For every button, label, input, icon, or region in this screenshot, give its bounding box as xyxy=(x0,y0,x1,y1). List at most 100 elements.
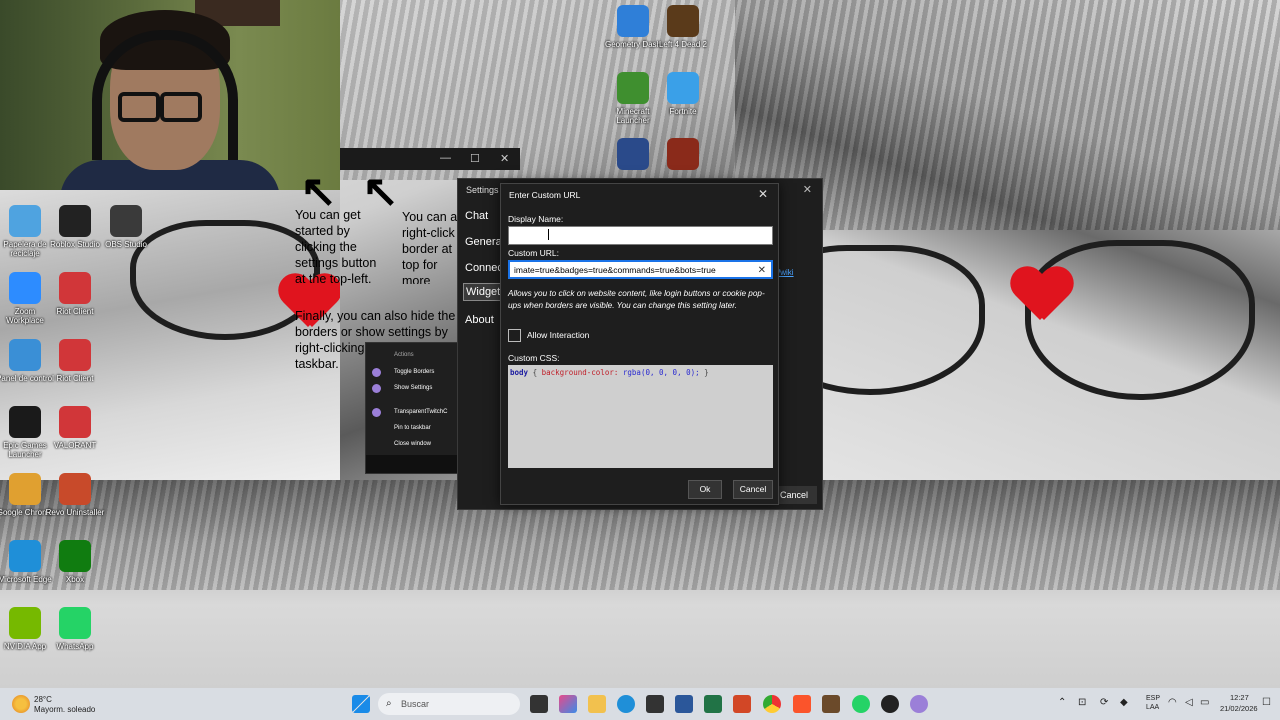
fortnite-icon xyxy=(667,72,699,104)
tutorial-arrow-icon: ↖ xyxy=(300,167,337,216)
clock-time[interactable]: 12:27 xyxy=(1230,693,1249,702)
custom-url-dialog: Enter Custom URL ✕ Display Name: Custom … xyxy=(500,183,779,505)
chevron-up-icon[interactable]: ⌃ xyxy=(1058,697,1066,708)
minimize-icon[interactable]: — xyxy=(440,152,451,164)
clock-date[interactable]: 21/02/2026 xyxy=(1220,704,1258,713)
nvidia-tray-icon[interactable]: ◆ xyxy=(1120,697,1128,708)
menu-item-toggle-borders[interactable]: Toggle Borders xyxy=(394,369,434,375)
text-cursor xyxy=(548,229,549,240)
wiki-link[interactable]: /wiki xyxy=(778,268,794,277)
clear-url-icon[interactable]: ✕ xyxy=(758,262,766,277)
desktop-icon-label: WhatsApp xyxy=(56,642,94,651)
weather-icon[interactable] xyxy=(12,695,30,713)
desktop-icon[interactable]: Fortnite xyxy=(653,72,713,116)
excel-icon[interactable] xyxy=(704,695,722,713)
desktop-icon-label: OBS Studio xyxy=(105,240,147,249)
nav-chat[interactable]: Chat xyxy=(463,208,490,224)
desktop-icon[interactable]: Riot Client xyxy=(45,339,105,383)
brave-icon[interactable] xyxy=(793,695,811,713)
ok-button[interactable]: Ok xyxy=(688,480,722,499)
weather-desc[interactable]: Mayorm. soleado xyxy=(34,705,95,714)
custom-url-value: imate=true&badges=true&commands=true&bot… xyxy=(514,265,716,275)
word-icon[interactable] xyxy=(675,695,693,713)
start-icon[interactable] xyxy=(352,695,370,713)
nav-about[interactable]: About xyxy=(463,312,496,328)
copilot-icon[interactable] xyxy=(559,695,577,713)
desktop-icon-label: Xbox xyxy=(65,575,85,584)
tutorial-text-border: You can a right-click border at top for … xyxy=(402,210,458,284)
nvidia-icon xyxy=(9,607,41,639)
revo-uninstaller-icon xyxy=(59,473,91,505)
desktop-icon[interactable]: Revo Uninstaller xyxy=(45,473,105,517)
windows-taskbar: 28°C Mayorm. soleado ⌕ Buscar ⌃ ⊡ ⟳ ◆ ES… xyxy=(0,688,1280,720)
language-bottom[interactable]: LAA xyxy=(1146,704,1159,711)
taskbar-search[interactable]: ⌕ Buscar xyxy=(378,693,520,715)
notification-icon[interactable]: ☐ xyxy=(1262,697,1271,708)
menu-item-close-window[interactable]: Close window xyxy=(394,441,431,447)
allow-interaction-checkbox[interactable] xyxy=(508,329,521,342)
minecraft-icon xyxy=(617,72,649,104)
minecraft-taskbar-icon[interactable] xyxy=(822,695,840,713)
recycle-bin-icon xyxy=(9,205,41,237)
menu-item-pin[interactable]: Pin to taskbar xyxy=(394,425,431,431)
desktop-icon-label: Riot Client xyxy=(56,374,94,383)
roblox-studio-icon xyxy=(59,205,91,237)
file-explorer-icon[interactable] xyxy=(588,695,606,713)
css-selector: body xyxy=(510,368,529,377)
chrome-taskbar-icon[interactable] xyxy=(763,695,781,713)
wallpaper-heart xyxy=(1010,268,1070,328)
interaction-note: Allows you to click on website content, … xyxy=(508,289,765,310)
obs-taskbar-icon[interactable] xyxy=(881,695,899,713)
tutorial-text-settings: You can get started by clicking the sett… xyxy=(295,208,377,286)
weather-temp[interactable]: 28°C xyxy=(34,695,52,704)
xbox-icon xyxy=(59,540,91,572)
desktop-icon[interactable]: Xbox xyxy=(45,540,105,584)
search-icon: ⌕ xyxy=(386,698,392,709)
custom-url-input[interactable]: imate=true&badges=true&commands=true&bot… xyxy=(508,260,773,279)
webcam-glasses-left xyxy=(118,92,160,122)
sync-tray-icon[interactable]: ⟳ xyxy=(1100,697,1108,708)
custom-css-label: Custom CSS: xyxy=(508,353,560,363)
network-tray-icon[interactable]: ⊡ xyxy=(1078,697,1086,708)
edge-taskbar-icon[interactable] xyxy=(617,695,635,713)
desktop-icon[interactable] xyxy=(653,138,713,173)
maximize-icon[interactable]: ☐ xyxy=(470,152,480,165)
app-icon xyxy=(372,408,381,417)
chrome-icon xyxy=(9,473,41,505)
desktop-icon[interactable]: Left 4 Dead 2 xyxy=(653,5,713,49)
tutorial-arrow-icon: ↖ xyxy=(362,167,399,216)
epic-games-icon xyxy=(9,406,41,438)
desktop-icon[interactable]: OBS Studio xyxy=(96,205,156,249)
close-icon[interactable]: ✕ xyxy=(500,152,509,165)
custom-css-editor[interactable]: body { background-color: rgba(0, 0, 0, 0… xyxy=(508,365,773,468)
settings-close-icon[interactable]: ✕ xyxy=(803,183,812,196)
desktop-icon-label: VALORANT xyxy=(53,441,97,450)
cancel-button[interactable]: Cancel xyxy=(733,480,773,499)
menu-item-app[interactable]: TransparentTwitchC xyxy=(394,409,447,415)
search-placeholder: Buscar xyxy=(401,699,430,709)
task-view-icon[interactable] xyxy=(530,695,548,713)
desktop-icon[interactable]: VALORANT xyxy=(45,406,105,450)
volume-icon[interactable]: ◁ xyxy=(1185,697,1193,708)
css-property: background-color: xyxy=(541,368,619,377)
whatsapp-icon xyxy=(59,607,91,639)
css-value: rgba(0, 0, 0, 0); xyxy=(622,368,700,377)
desktop-icon-label: Riot Client xyxy=(56,307,94,316)
transparent-twitch-chat-icon[interactable] xyxy=(910,695,928,713)
geometry-dash-icon xyxy=(617,5,649,37)
language-top[interactable]: ESP xyxy=(1146,695,1160,702)
powerpoint-icon[interactable] xyxy=(733,695,751,713)
allow-interaction-label: Allow Interaction xyxy=(527,330,590,340)
desktop-icon[interactable]: WhatsApp xyxy=(45,607,105,651)
dialog-close-icon[interactable]: ✕ xyxy=(758,187,768,201)
display-name-label: Display Name: xyxy=(508,214,564,224)
context-menu-header: Actions xyxy=(394,352,414,358)
menu-item-show-settings[interactable]: Show Settings xyxy=(394,385,432,391)
whatsapp-taskbar-icon[interactable] xyxy=(852,695,870,713)
store-icon[interactable] xyxy=(646,695,664,713)
edge-icon xyxy=(9,540,41,572)
control-panel-icon xyxy=(9,339,41,371)
battery-icon[interactable]: ▭ xyxy=(1200,697,1209,708)
desktop-icon[interactable]: Riot Client xyxy=(45,272,105,316)
wifi-icon[interactable]: ◠ xyxy=(1168,697,1177,708)
